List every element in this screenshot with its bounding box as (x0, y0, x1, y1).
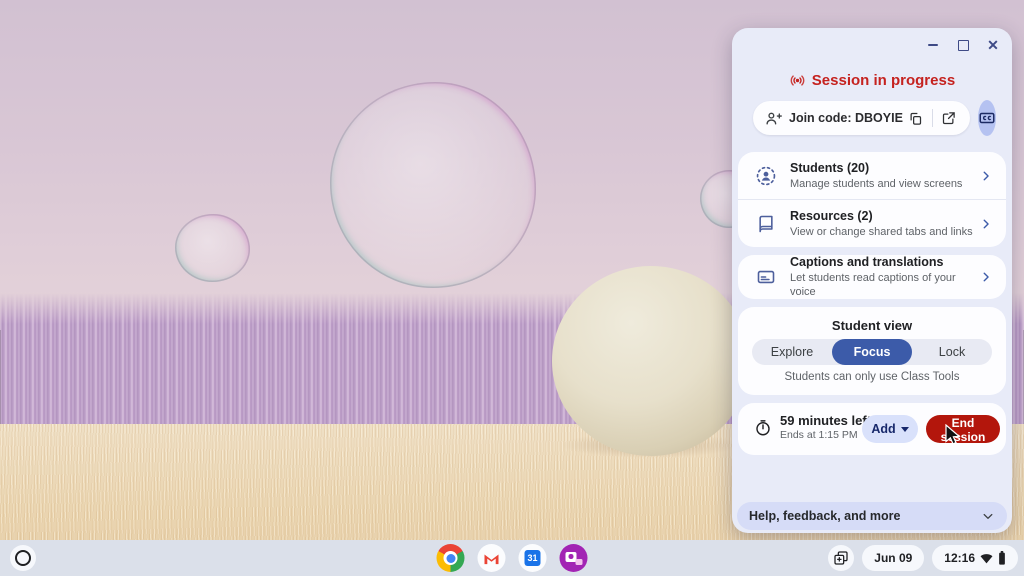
student-view-title: Student view (738, 318, 1006, 333)
date-label: Jun 09 (874, 551, 912, 565)
book-icon (754, 214, 778, 234)
chevron-right-icon (979, 217, 993, 231)
wallpaper-bubble-large (330, 82, 536, 288)
chevron-down-icon (981, 509, 995, 523)
shelf: 31 Jun 09 12:16 (0, 540, 1024, 576)
help-feedback-bar[interactable]: Help, feedback, and more (737, 502, 1007, 530)
end-session-button[interactable]: End session (926, 415, 1000, 443)
screen-capture-status-button[interactable] (828, 545, 854, 571)
window-controls: ✕ (922, 34, 1004, 56)
caret-down-icon (901, 427, 909, 432)
resources-title: Resources (2) (790, 208, 979, 225)
calendar-icon[interactable]: 31 (519, 544, 547, 572)
wallpaper-sphere (552, 266, 750, 456)
status-area: Jun 09 12:16 (828, 545, 1018, 571)
session-options-card: Students (20) Manage students and view s… (738, 152, 1006, 247)
date-pill[interactable]: Jun 09 (862, 545, 924, 571)
resources-row[interactable]: Resources (2) View or change shared tabs… (738, 200, 1006, 247)
timer-clock-icon (754, 419, 772, 437)
gmail-icon[interactable] (478, 544, 506, 572)
pill-divider (932, 109, 933, 127)
captions-card: Captions and translations Let students r… (738, 255, 1006, 299)
session-title: Session in progress (812, 72, 955, 89)
add-time-label: Add (871, 422, 895, 436)
class-tools-app-icon[interactable] (560, 544, 588, 572)
students-title: Students (20) (790, 160, 979, 177)
add-time-button[interactable]: Add (862, 415, 918, 443)
student-view-segmented-control: Explore Focus Lock (752, 339, 992, 365)
ends-at: Ends at 1:15 PM (780, 429, 871, 441)
maximize-icon (958, 40, 969, 51)
class-tools-panel: ✕ Session in progress Join (732, 28, 1012, 533)
timer-card: 59 minutes left Ends at 1:15 PM Add End … (738, 403, 1006, 455)
resources-text: Resources (2) View or change shared tabs… (790, 208, 979, 239)
close-icon: ✕ (987, 38, 999, 52)
captions-title: Captions and translations (790, 255, 979, 271)
help-feedback-label: Help, feedback, and more (749, 509, 981, 523)
battery-icon (998, 551, 1006, 565)
copy-join-code-button[interactable] (903, 105, 929, 131)
students-icon (754, 165, 778, 187)
student-view-option-explore[interactable]: Explore (752, 339, 832, 365)
session-title-row: Session in progress (732, 72, 1012, 89)
timer-text: 59 minutes left Ends at 1:15 PM (780, 413, 871, 441)
wallpaper-bubble-small (175, 214, 250, 282)
join-code-row: Join code: DBOYIE (753, 100, 994, 136)
students-text: Students (20) Manage students and view s… (790, 160, 979, 191)
chevron-right-icon (979, 169, 993, 183)
minimize-icon (928, 44, 938, 46)
screen-capture-icon (833, 550, 849, 566)
shelf-apps: 31 (437, 544, 588, 572)
students-row[interactable]: Students (20) Manage students and view s… (738, 152, 1006, 199)
captions-text: Captions and translations Let students r… (790, 255, 979, 299)
chrome-icon[interactable] (437, 544, 465, 572)
student-view-card: Student view Explore Focus Lock Students… (738, 307, 1006, 395)
join-code-pill[interactable]: Join code: DBOYIE (753, 101, 970, 135)
join-code-label: Join code: DBOYIE (789, 111, 903, 125)
person-add-icon (765, 110, 782, 127)
student-view-caption: Students can only use Class Tools (738, 371, 1006, 383)
resources-subtitle: View or change shared tabs and links (790, 225, 979, 239)
close-button[interactable]: ✕ (982, 34, 1004, 56)
cc-icon (978, 109, 996, 127)
student-view-option-lock[interactable]: Lock (912, 339, 992, 365)
captions-toggle-button[interactable] (978, 100, 996, 136)
wifi-icon (980, 553, 993, 564)
launcher-icon (15, 550, 31, 566)
launcher-button[interactable] (10, 545, 36, 571)
system-tray[interactable]: 12:16 (932, 545, 1018, 571)
student-view-option-focus[interactable]: Focus (832, 339, 912, 365)
maximize-button[interactable] (952, 34, 974, 56)
captions-row[interactable]: Captions and translations Let students r… (738, 255, 1006, 299)
desktop: ✕ Session in progress Join (0, 0, 1024, 576)
minimize-button[interactable] (922, 34, 944, 56)
captions-icon (754, 267, 778, 287)
time-remaining: 59 minutes left (780, 413, 871, 428)
students-subtitle: Manage students and view screens (790, 177, 979, 191)
broadcast-icon (789, 72, 806, 89)
chevron-right-icon (979, 270, 993, 284)
captions-subtitle: Let students read captions of your voice (790, 271, 979, 299)
clock-label: 12:16 (944, 551, 975, 565)
open-in-new-button[interactable] (936, 105, 962, 131)
